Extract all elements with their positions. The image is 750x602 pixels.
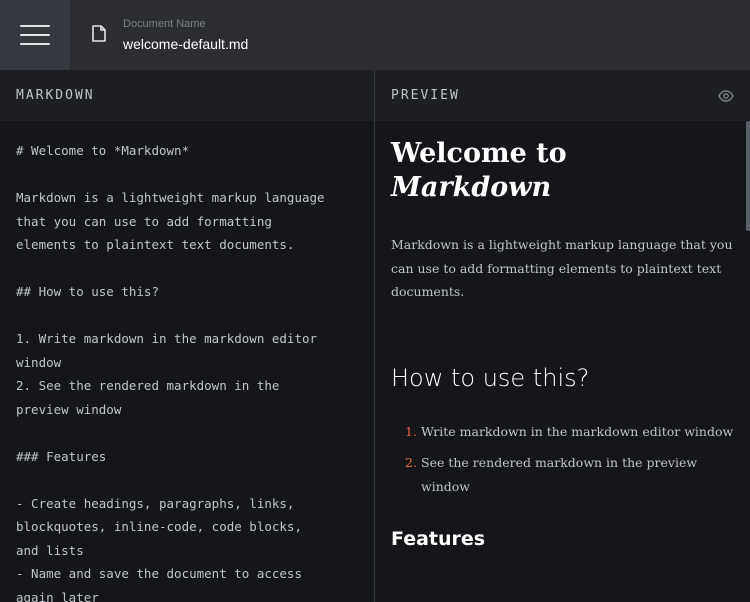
markdown-pane-title: MARKDOWN <box>16 88 95 103</box>
preview-heading-1: Welcome to Markdown <box>391 137 734 205</box>
editor-line: window <box>16 354 62 370</box>
preview-pane-title: PREVIEW <box>391 88 460 103</box>
editor-line: - Create headings, paragraphs, links, <box>16 495 295 511</box>
list-item-text: See the rendered markdown in the preview… <box>421 455 698 494</box>
list-item-text: Write markdown in the markdown editor wi… <box>421 423 734 439</box>
list-item: 1. Write markdown in the markdown editor… <box>405 420 734 444</box>
editor-line: ### Features <box>16 448 107 464</box>
markdown-pane-header: MARKDOWN <box>0 70 374 121</box>
menu-button[interactable] <box>0 0 70 70</box>
preview-paragraph: Markdown is a lightweight markup languag… <box>391 237 733 299</box>
editor-line: blockquotes, inline-code, code blocks, <box>16 519 302 534</box>
editor-line: that you can use to add formatting <box>16 213 272 229</box>
markdown-editor[interactable]: # Welcome to *Markdown* Markdown is a lig… <box>0 121 374 602</box>
preview-pane: PREVIEW Welcome to Markdown Markdown is … <box>375 70 750 602</box>
eye-icon[interactable] <box>718 89 734 102</box>
document-name-label: Document Name <box>123 17 206 30</box>
editor-line: preview window <box>16 401 122 417</box>
list-item-number: 2. <box>405 455 417 470</box>
preview-heading-2: How to use this? <box>391 363 590 392</box>
preview-ordered-list: 1. Write markdown in the markdown editor… <box>391 420 734 499</box>
editor-line: ## How to use this? <box>16 284 159 299</box>
editor-line: - Name and save the document to access <box>16 566 302 581</box>
hamburger-icon <box>20 25 50 45</box>
document-name-field[interactable]: welcome-default.md <box>123 34 248 54</box>
preview-heading-3: Features <box>391 528 486 550</box>
list-item: 2. See the rendered markdown in the prev… <box>405 451 734 498</box>
document-info: Document Name welcome-default.md <box>70 0 248 70</box>
editor-line: # Welcome to *Markdown* <box>16 143 190 158</box>
preview-content: Welcome to Markdown Markdown is a lightw… <box>375 121 750 552</box>
editor-line: 1. Write markdown in the markdown editor <box>16 331 318 346</box>
editor-line: 2. See the rendered markdown in the <box>16 378 280 393</box>
preview-heading-1-text: Welcome to <box>391 138 567 169</box>
editor-line: elements to plaintext text documents. <box>16 237 295 252</box>
preview-scrollbar[interactable] <box>746 121 750 231</box>
preview-heading-1-emphasis: Markdown <box>391 172 552 203</box>
editor-line: Markdown is a lightweight markup languag… <box>16 190 325 205</box>
document-name-group: Document Name welcome-default.md <box>123 17 248 54</box>
top-bar: Document Name welcome-default.md <box>0 0 750 70</box>
editor-line: again later <box>16 589 99 602</box>
list-item-number: 1. <box>405 423 417 439</box>
preview-pane-header: PREVIEW <box>375 70 750 121</box>
markdown-pane: MARKDOWN # Welcome to *Markdown* Markdown… <box>0 70 374 602</box>
editor-line: and lists <box>16 542 84 558</box>
document-icon <box>92 24 106 42</box>
